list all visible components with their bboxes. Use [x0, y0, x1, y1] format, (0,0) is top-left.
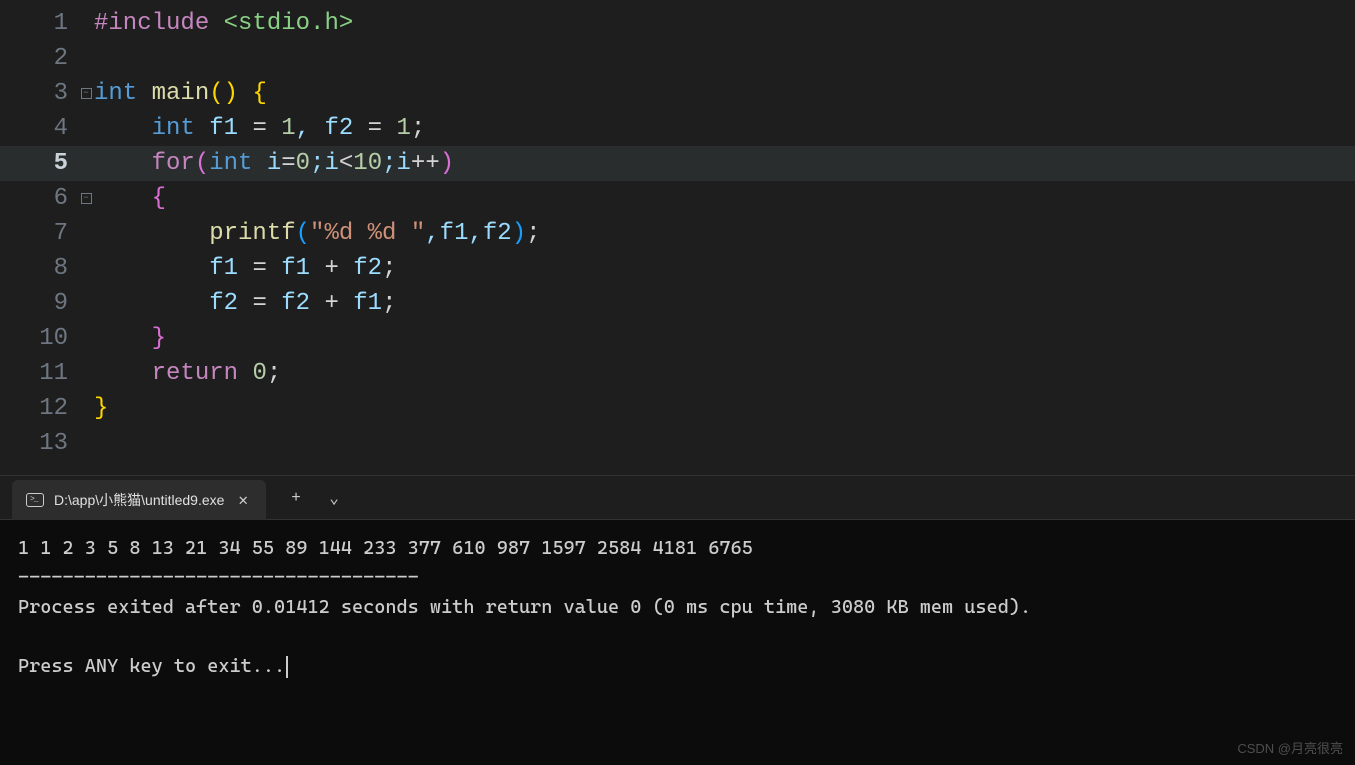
- line-number: 8: [0, 251, 78, 286]
- terminal-cursor: [286, 656, 288, 678]
- code-line[interactable]: 1 #include <stdio.h>: [0, 6, 1355, 41]
- terminal-icon: [26, 493, 44, 507]
- output-prompt: Press ANY key to exit...: [18, 655, 285, 677]
- line-number: 7: [0, 216, 78, 251]
- fold-collapse-icon[interactable]: −: [81, 193, 92, 204]
- code-content: f1 = f1 + f2;: [94, 251, 396, 286]
- fold-gutter[interactable]: −: [78, 193, 94, 204]
- terminal-pane: D:\app\小熊猫\untitled9.exe ✕ + ⌄ 1 1 2 3 5…: [0, 475, 1355, 765]
- line-number: 5: [0, 146, 78, 181]
- line-number: 3: [0, 76, 78, 111]
- watermark: CSDN @月亮很亮: [1237, 739, 1343, 759]
- code-line[interactable]: 2: [0, 41, 1355, 76]
- output-separator: ------------------------------------: [18, 566, 419, 588]
- line-number: 4: [0, 111, 78, 146]
- tab-title: D:\app\小熊猫\untitled9.exe: [54, 490, 224, 510]
- code-line[interactable]: 9 f2 = f2 + f1;: [0, 286, 1355, 321]
- code-line[interactable]: 8 f1 = f1 + f2;: [0, 251, 1355, 286]
- fold-gutter[interactable]: −: [78, 88, 94, 99]
- line-number: 11: [0, 356, 78, 391]
- code-content: return 0;: [94, 356, 281, 391]
- code-line[interactable]: 13: [0, 426, 1355, 461]
- code-line[interactable]: 11 return 0;: [0, 356, 1355, 391]
- tab-dropdown-button[interactable]: ⌄: [318, 482, 350, 514]
- code-line-current[interactable]: 5 for(int i=0;i<10;i++): [0, 146, 1355, 181]
- code-line[interactable]: 3 − int main() {: [0, 76, 1355, 111]
- code-line[interactable]: 12 }: [0, 391, 1355, 426]
- code-line[interactable]: 7 printf("%d %d ",f1,f2);: [0, 216, 1355, 251]
- code-content: printf("%d %d ",f1,f2);: [94, 216, 541, 251]
- code-line[interactable]: 6 − {: [0, 181, 1355, 216]
- output-fibonacci: 1 1 2 3 5 8 13 21 34 55 89 144 233 377 6…: [18, 537, 753, 559]
- code-content: }: [94, 321, 166, 356]
- line-number: 13: [0, 426, 78, 461]
- code-content: for(int i=0;i<10;i++): [94, 146, 454, 181]
- new-tab-button[interactable]: +: [280, 482, 312, 514]
- code-content: int f1 = 1, f2 = 1;: [94, 111, 425, 146]
- code-content: int main() {: [94, 76, 267, 111]
- line-number: 1: [0, 6, 78, 41]
- code-line[interactable]: 4 int f1 = 1, f2 = 1;: [0, 111, 1355, 146]
- code-content: f2 = f2 + f1;: [94, 286, 396, 321]
- line-number: 9: [0, 286, 78, 321]
- line-number: 6: [0, 181, 78, 216]
- code-editor[interactable]: 1 #include <stdio.h> 2 3 − int main() { …: [0, 0, 1355, 475]
- fold-collapse-icon[interactable]: −: [81, 88, 92, 99]
- line-number: 2: [0, 41, 78, 76]
- code-content: }: [94, 391, 108, 426]
- code-line[interactable]: 10 }: [0, 321, 1355, 356]
- line-number: 10: [0, 321, 78, 356]
- line-number: 12: [0, 391, 78, 426]
- tab-actions: + ⌄: [280, 482, 350, 514]
- close-tab-button[interactable]: ✕: [234, 488, 252, 512]
- terminal-output[interactable]: 1 1 2 3 5 8 13 21 34 55 89 144 233 377 6…: [0, 520, 1355, 765]
- code-content: #include <stdio.h>: [94, 6, 353, 41]
- terminal-tab[interactable]: D:\app\小熊猫\untitled9.exe ✕: [12, 480, 266, 520]
- code-content: {: [94, 181, 166, 216]
- terminal-tab-bar: D:\app\小熊猫\untitled9.exe ✕ + ⌄: [0, 476, 1355, 520]
- output-exit-info: Process exited after 0.01412 seconds wit…: [18, 596, 1031, 618]
